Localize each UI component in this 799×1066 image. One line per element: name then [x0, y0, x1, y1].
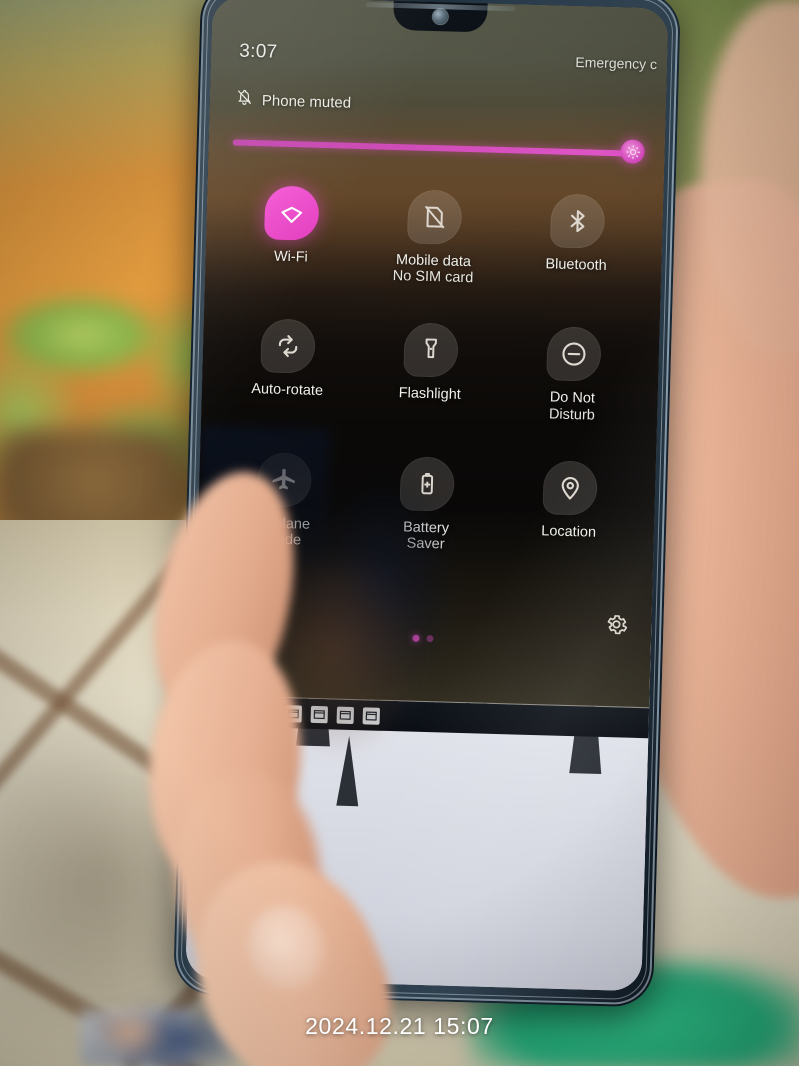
status-bar: 3:07 Emergency c — [211, 40, 668, 79]
brightness-slider-thumb[interactable] — [620, 139, 645, 164]
status-bar-clock: 3:07 — [238, 40, 278, 63]
photo-of-phone-screen: 3:07 Emergency c Phone muted Wi-Fi Mobil… — [0, 0, 799, 1066]
emergency-call-label[interactable]: Emergency c — [575, 54, 657, 72]
tile-mobile-data[interactable]: Mobile data No SIM card — [361, 188, 506, 287]
phone-muted-row: Phone muted — [236, 89, 352, 114]
bell-off-icon — [236, 89, 254, 111]
tile-sublabel: No SIM card — [392, 268, 474, 287]
tile-label: Do Not — [549, 389, 596, 408]
tile-do-not-disturb[interactable]: Do Not Disturb — [500, 326, 645, 425]
tile-flashlight[interactable]: Flashlight — [358, 322, 503, 421]
brightness-slider-track[interactable] — [232, 139, 631, 157]
auto-rotate-icon — [260, 318, 317, 375]
bluetooth-icon — [549, 193, 606, 249]
brightness-slider[interactable] — [232, 125, 647, 167]
tile-label: Bluetooth — [545, 256, 607, 274]
sim-off-icon — [406, 189, 463, 245]
tile-sublabel: Disturb — [548, 406, 596, 424]
tile-bluetooth[interactable]: Bluetooth — [504, 192, 649, 291]
wifi-icon — [264, 185, 320, 241]
tile-label: Wi-Fi — [273, 248, 308, 266]
timestamp-watermark: 2024.12.21 15:07 — [305, 1013, 494, 1039]
flashlight-icon — [403, 322, 459, 379]
tile-auto-rotate[interactable]: Auto-rotate — [215, 318, 360, 417]
tile-label: Auto-rotate — [251, 381, 324, 400]
tile-label: Location — [541, 523, 597, 541]
tile-location[interactable]: Location — [497, 459, 642, 558]
tile-wifi[interactable]: Wi-Fi — [219, 184, 364, 283]
location-pin-icon — [542, 460, 598, 516]
tile-label: Flashlight — [398, 385, 461, 404]
phone-muted-label: Phone muted — [261, 91, 352, 112]
gear-icon[interactable] — [603, 611, 630, 638]
do-not-disturb-icon — [545, 326, 602, 383]
